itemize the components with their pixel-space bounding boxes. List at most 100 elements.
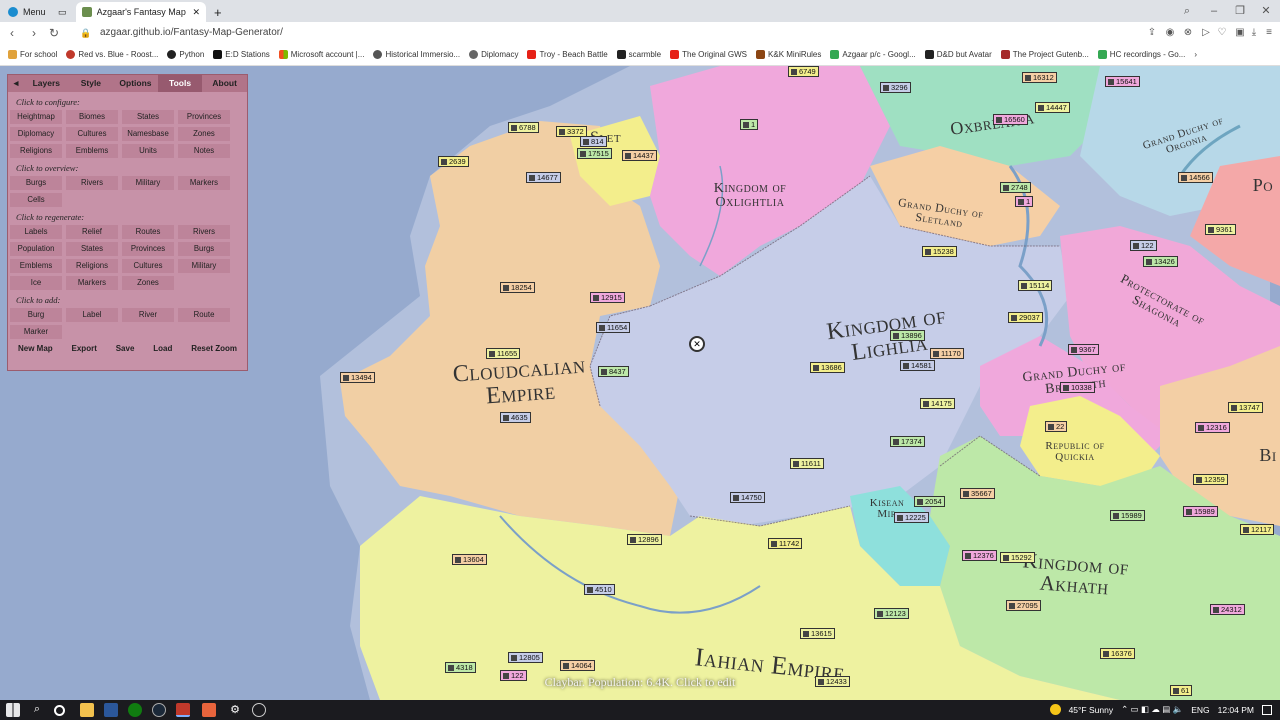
save-button[interactable]: Save <box>116 344 135 353</box>
burg-label[interactable]: 3296 <box>880 82 911 93</box>
burg-label[interactable]: 16312 <box>1022 72 1057 83</box>
burg-label[interactable]: 2054 <box>914 496 945 507</box>
new-tab-button[interactable]: + <box>208 2 228 22</box>
search-icon[interactable]: ⌕ <box>30 703 44 717</box>
reload-icon[interactable]: ↻ <box>46 25 62 41</box>
tray-icons[interactable]: ⌃ ▭ ◧ ☁ ▤ 🔈 <box>1121 704 1183 715</box>
tool-button-marker[interactable]: Marker <box>10 325 62 339</box>
weather-text[interactable]: 45°F Sunny <box>1069 705 1114 715</box>
cortana-icon[interactable] <box>54 705 65 716</box>
tool-button-diplomacy[interactable]: Diplomacy <box>10 127 62 141</box>
tool-button-burgs[interactable]: Burgs <box>10 176 62 190</box>
workspaces-icon[interactable]: ▭ <box>52 2 72 22</box>
tool-button-routes[interactable]: Routes <box>122 225 174 239</box>
tool-button-military[interactable]: Military <box>178 259 230 273</box>
burg-label[interactable]: 4635 <box>500 412 531 423</box>
burg-label[interactable]: 1 <box>740 119 759 130</box>
tool-button-markers[interactable]: Markers <box>66 276 118 290</box>
burg-label[interactable]: 15989 <box>1183 506 1218 517</box>
bookmark-item[interactable]: K&K MiniRules <box>756 50 821 59</box>
burg-label[interactable]: 16560 <box>993 114 1028 125</box>
tab-fantasy-map[interactable]: Azgaar's Fantasy Map Gene... ✕ <box>76 2 206 22</box>
burg-label[interactable]: 12225 <box>894 512 929 523</box>
burg-label[interactable]: 11654 <box>596 322 631 333</box>
steam-icon[interactable] <box>152 703 166 717</box>
tool-button-cultures[interactable]: Cultures <box>122 259 174 273</box>
tool-button-route[interactable]: Route <box>178 308 230 322</box>
burg-label[interactable]: 22 <box>1045 421 1068 432</box>
burg-label[interactable]: 12915 <box>590 292 625 303</box>
bookmark-item[interactable]: Microsoft account |... <box>278 50 364 59</box>
tool-button-emblems[interactable]: Emblems <box>66 144 118 158</box>
burg-label[interactable]: 24312 <box>1210 604 1245 615</box>
tool-button-religions[interactable]: Religions <box>66 259 118 273</box>
export-button[interactable]: Export <box>72 344 97 353</box>
opera-icon[interactable] <box>176 703 190 717</box>
clock[interactable]: 12:04 PM <box>1218 705 1254 715</box>
start-icon[interactable] <box>6 703 20 717</box>
download-icon[interactable]: ⤓ <box>1246 25 1262 41</box>
burg-label[interactable]: 27095 <box>1006 600 1041 611</box>
language-indicator[interactable]: ENG <box>1191 705 1209 715</box>
burg-label[interactable]: 11655 <box>486 348 521 359</box>
burg-label[interactable]: 13747 <box>1228 402 1263 413</box>
bookmark-item[interactable]: The Original GWS <box>670 50 747 59</box>
menu-icon[interactable]: ≡ <box>1261 25 1277 41</box>
label-bi[interactable]: Bi <box>1256 446 1280 464</box>
tool-button-rivers[interactable]: Rivers <box>66 176 118 190</box>
bookmark-item[interactable]: scarmble <box>616 50 661 59</box>
tab-style[interactable]: Style <box>69 75 114 92</box>
settings-icon[interactable]: ⚙ <box>228 703 242 717</box>
burg-label[interactable]: 6788 <box>508 122 539 133</box>
more-bookmarks-icon[interactable]: › <box>1194 50 1197 59</box>
bookmark-item[interactable]: D&D but Avatar <box>924 50 992 59</box>
tool-button-biomes[interactable]: Biomes <box>66 110 118 124</box>
collapse-panel-icon[interactable]: ◄ <box>8 75 24 92</box>
bookmark-item[interactable]: The Project Gutenb... <box>1000 50 1089 59</box>
capital-marker-icon[interactable]: ✕ <box>689 336 705 352</box>
burg-label[interactable]: 13426 <box>1143 256 1178 267</box>
tool-button-zones[interactable]: Zones <box>178 127 230 141</box>
minimize-button[interactable]: – <box>1205 3 1223 19</box>
reset-zoom-button[interactable]: Reset Zoom <box>191 344 237 353</box>
burg-label[interactable]: 35667 <box>960 488 995 499</box>
burg-label[interactable]: 4318 <box>445 662 476 673</box>
tool-button-namesbase[interactable]: Namesbase <box>122 127 174 141</box>
tool-button-rivers[interactable]: Rivers <box>178 225 230 239</box>
burg-label[interactable]: 15238 <box>922 246 957 257</box>
tool-button-cultures[interactable]: Cultures <box>66 127 118 141</box>
tool-button-river[interactable]: River <box>122 308 174 322</box>
burg-label[interactable]: 14750 <box>730 492 765 503</box>
burg-label[interactable]: 16376 <box>1100 648 1135 659</box>
burg-label[interactable]: 15641 <box>1105 76 1140 87</box>
tool-button-provinces[interactable]: Provinces <box>122 242 174 256</box>
bookmark-item[interactable]: Historical Immersio... <box>373 50 460 59</box>
notification-icon[interactable] <box>1262 704 1272 715</box>
tool-button-units[interactable]: Units <box>122 144 174 158</box>
close-window-button[interactable]: ✕ <box>1257 3 1275 19</box>
tool-button-military[interactable]: Military <box>122 176 174 190</box>
tool-button-markers[interactable]: Markers <box>178 176 230 190</box>
burg-label[interactable]: 1 <box>1015 196 1034 207</box>
label-oxlightlia[interactable]: Kingdom of Oxlightlia <box>690 182 810 210</box>
tab-options[interactable]: Options <box>113 75 158 92</box>
url-field[interactable]: azgaar.github.io/Fantasy-Map-Generator/ <box>100 27 283 38</box>
burg-label[interactable]: 9361 <box>1205 224 1236 235</box>
burg-label[interactable]: 11742 <box>768 538 803 549</box>
bookmark-item[interactable]: Troy - Beach Battle <box>527 50 608 59</box>
tool-button-emblems[interactable]: Emblems <box>10 259 62 273</box>
burg-label[interactable]: 12316 <box>1195 422 1230 433</box>
burg-label[interactable]: 13615 <box>800 628 835 639</box>
burg-label[interactable]: 11611 <box>790 458 824 469</box>
burg-label[interactable]: 10338 <box>1060 382 1095 393</box>
load-button[interactable]: Load <box>153 344 172 353</box>
new-map-button[interactable]: New Map <box>18 344 53 353</box>
burg-label[interactable]: 14581 <box>900 360 935 371</box>
burg-label[interactable]: 14175 <box>920 398 955 409</box>
tool-button-labels[interactable]: Labels <box>10 225 62 239</box>
burg-label[interactable]: 12123 <box>874 608 909 619</box>
restore-button[interactable]: ❐ <box>1231 3 1249 19</box>
tool-button-religions[interactable]: Religions <box>10 144 62 158</box>
bookmark-item[interactable]: For school <box>8 50 57 59</box>
close-tab-icon[interactable]: ✕ <box>192 7 200 18</box>
